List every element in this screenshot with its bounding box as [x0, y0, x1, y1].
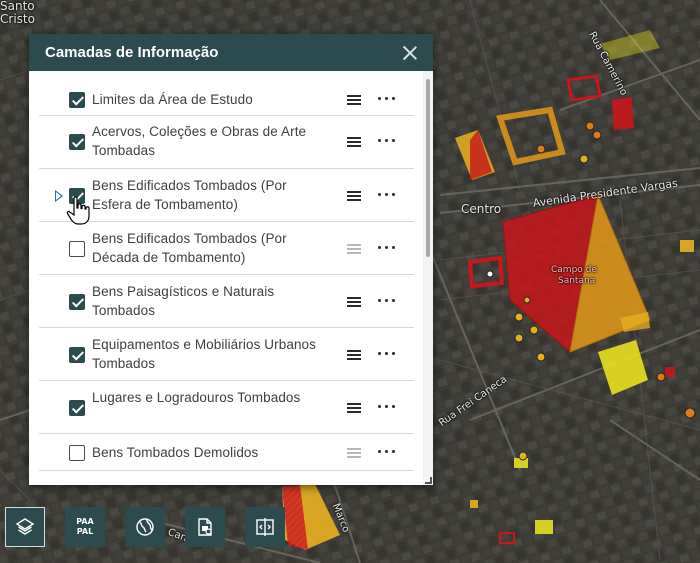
- paa-pal-button[interactable]: PAA PAL: [65, 507, 105, 547]
- drag-handle-icon[interactable]: [347, 244, 361, 254]
- close-icon[interactable]: [401, 44, 419, 62]
- layer-list-panel: Camadas de Informação Limites da Área de…: [29, 34, 433, 485]
- layer-checkbox-equipamentos[interactable]: [69, 347, 85, 363]
- layer-label: Lugares e Logradouros Tombados: [92, 390, 301, 405]
- layer-item-limites[interactable]: Limites da Área de Estudo: [39, 71, 414, 116]
- drag-handle-icon[interactable]: [347, 350, 361, 360]
- layers-button[interactable]: [5, 507, 45, 547]
- paa-pal-icon: PAA PAL: [76, 517, 94, 537]
- more-options-icon[interactable]: [378, 193, 396, 197]
- layer-checkbox-bens-edificados-esfera[interactable]: [69, 188, 85, 204]
- globe-icon: [136, 518, 154, 536]
- layer-label: Limites da Área de Estudo: [92, 92, 253, 107]
- drag-handle-icon[interactable]: [347, 403, 361, 413]
- layer-checkbox-limites[interactable]: [69, 92, 85, 108]
- more-options-icon[interactable]: [378, 139, 396, 143]
- layer-label: Bens Paisagísticos e Naturais Tombados: [92, 284, 275, 318]
- more-options-icon[interactable]: [378, 97, 396, 101]
- compare-icon: [256, 518, 274, 536]
- basemap-button[interactable]: [125, 507, 165, 547]
- map-label-campo-de-santana-2: Santana: [558, 276, 596, 286]
- drag-handle-icon[interactable]: [347, 137, 361, 147]
- more-options-icon[interactable]: [378, 299, 396, 303]
- compare-button[interactable]: [245, 507, 285, 547]
- drag-handle-icon[interactable]: [347, 191, 361, 201]
- document-icon: [198, 518, 212, 536]
- layer-item-lugares[interactable]: Lugares e Logradouros Tombados: [39, 382, 414, 434]
- resize-handle-icon[interactable]: [425, 477, 432, 484]
- map-label-campo-de-santana: Campo de: [551, 265, 597, 275]
- layer-item-acervos[interactable]: Acervos, Coleções e Obras de Arte Tombad…: [39, 117, 414, 169]
- layer-label: Bens Tombados Demolidos: [92, 445, 259, 460]
- layer-item-bens-edificados-decada[interactable]: Bens Edificados Tombados (Por Década de …: [39, 223, 414, 275]
- layer-checkbox-bens-paisagisticos[interactable]: [69, 294, 85, 310]
- drag-handle-icon[interactable]: [347, 448, 361, 458]
- panel-title: Camadas de Informação: [45, 44, 219, 61]
- layer-checkbox-bens-edificados-decada[interactable]: [69, 241, 85, 257]
- layer-checkbox-lugares[interactable]: [69, 400, 85, 416]
- layers-icon: [15, 518, 35, 535]
- more-options-icon[interactable]: [378, 352, 396, 356]
- more-options-icon[interactable]: [378, 450, 396, 454]
- paa-label: PAA: [76, 517, 94, 526]
- layer-item-bens-demolidos[interactable]: Bens Tombados Demolidos: [39, 435, 414, 471]
- scrollbar[interactable]: [423, 71, 433, 485]
- layer-list: Limites da Área de Estudo Acervos, Coleç…: [29, 71, 423, 485]
- more-options-icon[interactable]: [378, 246, 396, 250]
- layer-checkbox-bens-demolidos[interactable]: [69, 445, 85, 461]
- scrollbar-thumb[interactable]: [426, 79, 430, 257]
- layer-label: Acervos, Coleções e Obras de Arte Tombad…: [92, 124, 307, 158]
- drag-handle-icon[interactable]: [347, 297, 361, 307]
- layer-item-bens-edificados-esfera[interactable]: Bens Edificados Tombados (Por Esfera de …: [39, 170, 414, 222]
- layer-label: Bens Edificados Tombados (Por Década de …: [92, 231, 287, 265]
- map-label-centro: Centro: [461, 202, 502, 216]
- map-label-santo-cristo-2: Cristo: [0, 12, 35, 26]
- expand-caret-icon[interactable]: [55, 190, 63, 202]
- pal-label: PAL: [76, 527, 94, 536]
- document-button[interactable]: [185, 507, 225, 547]
- layer-label: Equipamentos e Mobiliários Urbanos Tomba…: [92, 337, 317, 371]
- layer-item-bens-paisagisticos[interactable]: Bens Paisagísticos e Naturais Tombados: [39, 276, 414, 328]
- more-options-icon[interactable]: [378, 405, 396, 409]
- panel-header: Camadas de Informação: [29, 34, 433, 71]
- layer-checkbox-acervos[interactable]: [69, 134, 85, 150]
- layer-item-equipamentos[interactable]: Equipamentos e Mobiliários Urbanos Tomba…: [39, 329, 414, 381]
- drag-handle-icon[interactable]: [347, 95, 361, 105]
- layer-label: Bens Edificados Tombados (Por Esfera de …: [92, 178, 287, 212]
